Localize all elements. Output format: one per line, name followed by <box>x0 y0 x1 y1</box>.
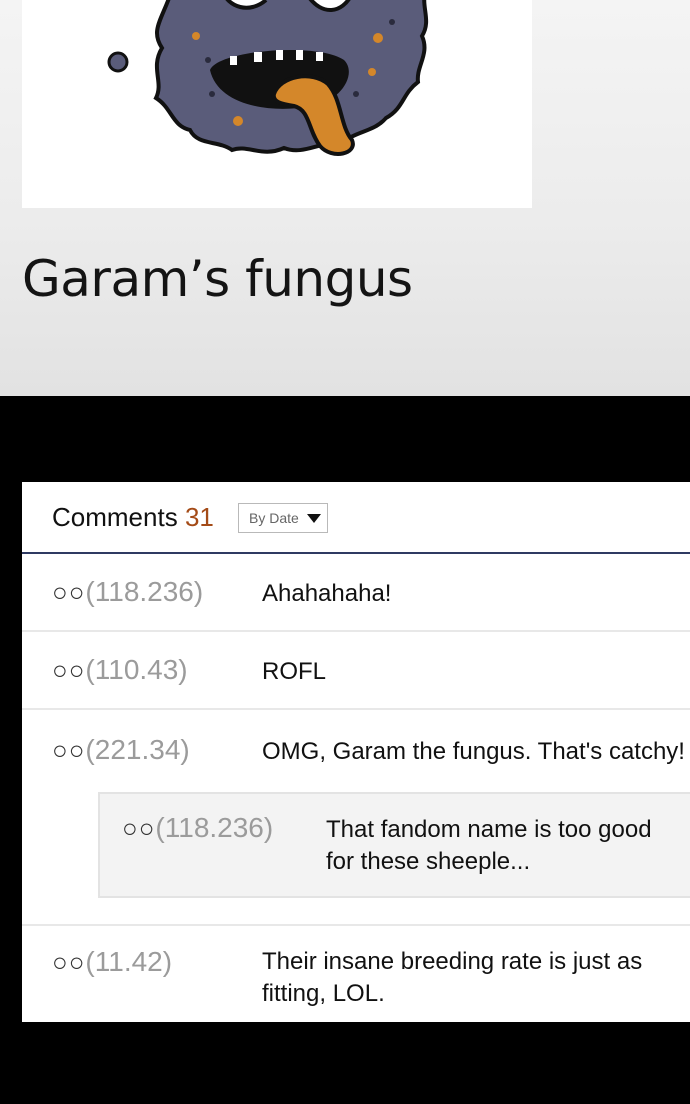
comment-item: ○○(118.236) Ahahahaha! <box>22 554 690 632</box>
comments-header: Comments 31 By Date <box>22 482 690 554</box>
comment-text: OMG, Garam the fungus. That's catchy! <box>262 738 685 765</box>
comments-panel: Comments 31 By Date ○○(118.236) Ahahahah… <box>22 482 690 1022</box>
comment-text: Their insane breeding rate is just as fi… <box>262 948 643 1007</box>
comment-author: ○○(11.42) <box>52 946 173 977</box>
comic-panel: Garam’s fungus <box>0 0 690 396</box>
comments-count: 31 <box>184 502 214 532</box>
sort-label: By Date <box>249 510 299 526</box>
reply-item: ○○(118.236) That fandom name is too good… <box>98 792 690 898</box>
fungus-creature-icon <box>107 0 429 156</box>
comment-text: Ahahahaha! <box>262 580 392 607</box>
reply-author: ○○(118.236) <box>122 812 274 843</box>
reply-text: That fandom name is too good for these s… <box>326 816 652 875</box>
sort-dropdown[interactable]: By Date <box>238 503 328 533</box>
comment-author: ○○(110.43) <box>52 654 188 685</box>
comment-item: ○○(11.42) Their insane breeding rate is … <box>22 926 690 1022</box>
comment-author: ○○(118.236) <box>52 576 204 607</box>
caret-down-icon <box>307 514 321 523</box>
fungus-illustration <box>22 0 532 208</box>
comment-author: ○○(221.34) <box>52 734 190 765</box>
comment-text: ROFL <box>262 658 327 685</box>
comments-title: Comments 31 <box>52 502 214 533</box>
panel-caption: Garam’s fungus <box>22 250 413 308</box>
comments-label: Comments <box>52 502 178 532</box>
comment-item: ○○(110.43) ROFL <box>22 632 690 710</box>
